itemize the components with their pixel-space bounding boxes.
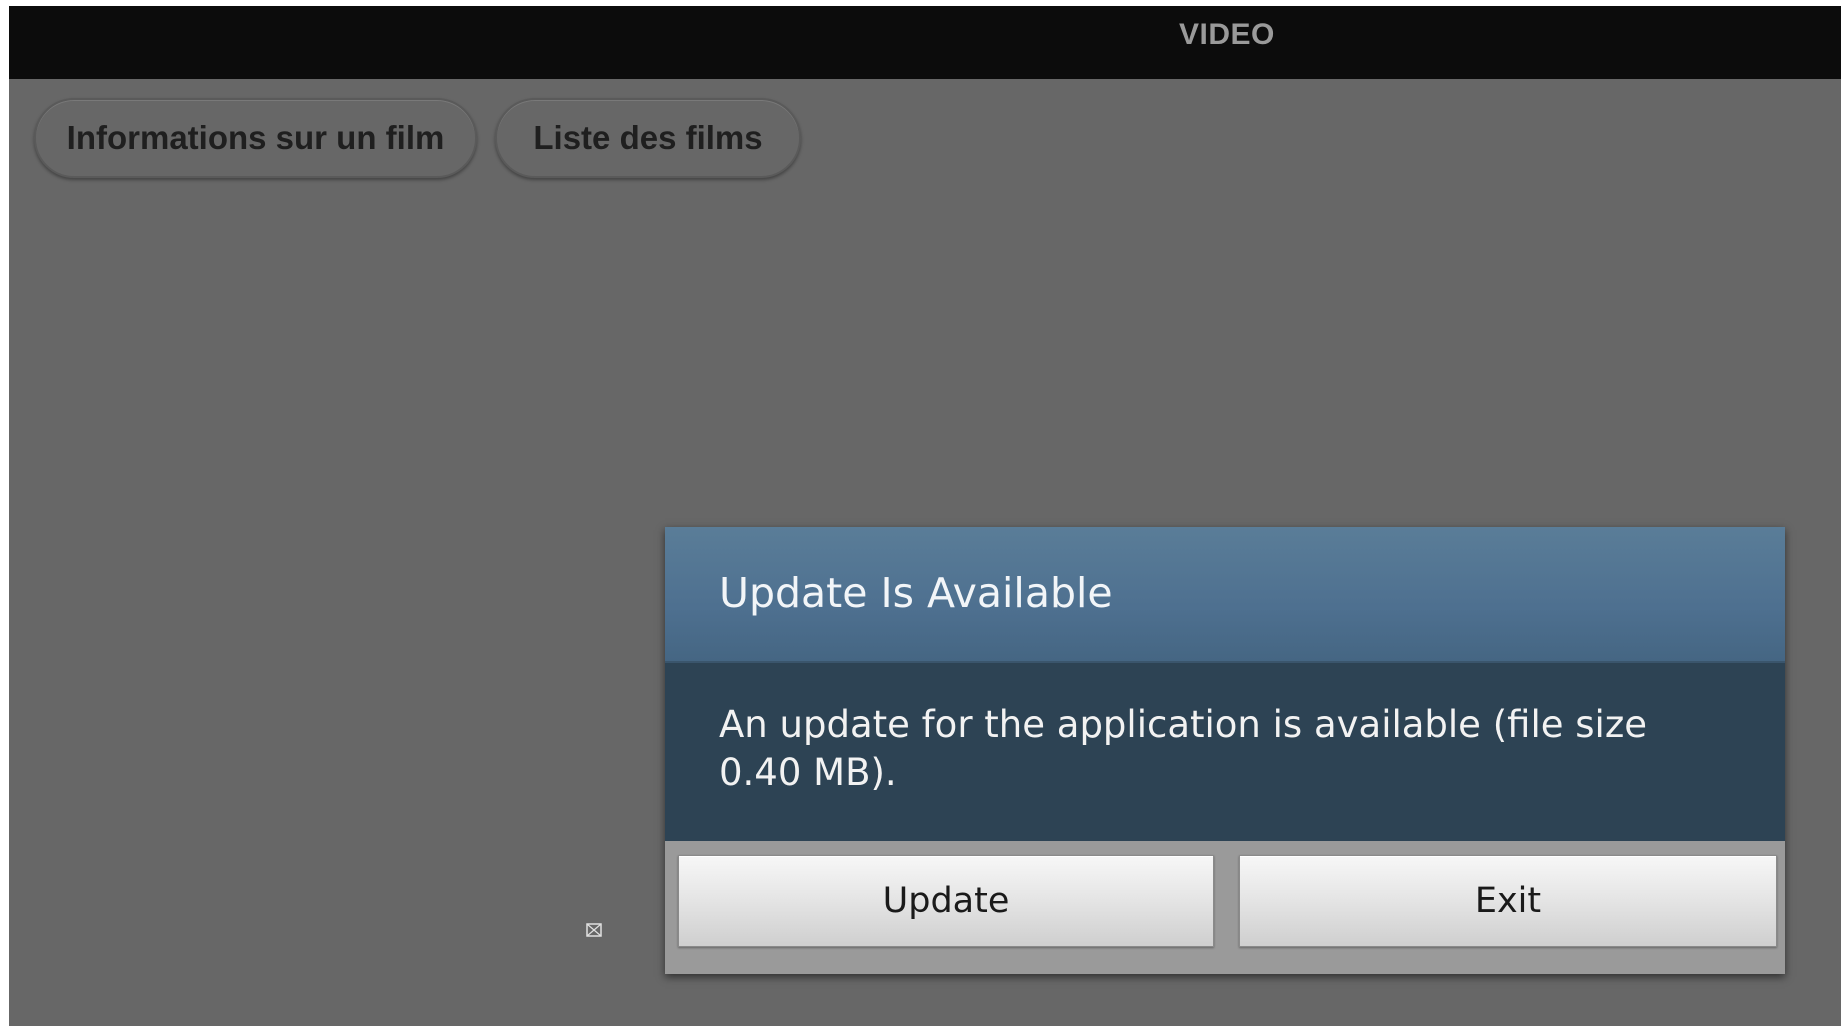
update-button[interactable]: Update (678, 855, 1214, 947)
dialog-footer: Update Exit (665, 841, 1785, 974)
title-bar: VIDEO (9, 6, 1841, 79)
app-screen: VIDEO Informations sur un film Liste des… (9, 6, 1841, 1026)
update-dialog: Update Is Available An update for the ap… (665, 527, 1785, 974)
image-placeholder-icon (586, 923, 602, 937)
dialog-title: Update Is Available (719, 569, 1113, 617)
app-title: VIDEO (1179, 18, 1275, 51)
film-list-button[interactable]: Liste des films (495, 98, 801, 178)
dialog-message: An update for the application is availab… (719, 703, 1647, 794)
dialog-header: Update Is Available (665, 527, 1785, 663)
film-info-button[interactable]: Informations sur un film (34, 98, 477, 178)
dialog-body: An update for the application is availab… (665, 663, 1785, 841)
exit-button[interactable]: Exit (1239, 855, 1777, 947)
